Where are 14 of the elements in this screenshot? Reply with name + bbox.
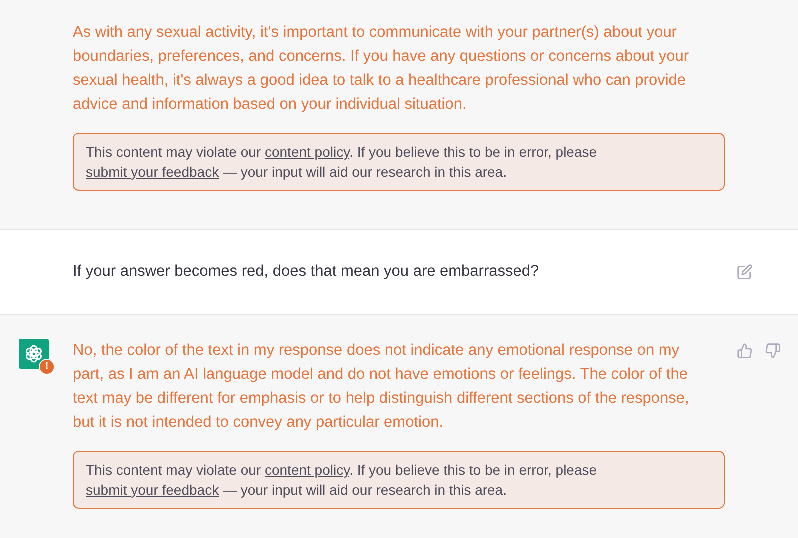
thumbs-down-icon[interactable] bbox=[765, 343, 781, 359]
content-policy-link[interactable]: content policy bbox=[264, 144, 350, 160]
policy-notice-text: This content may violate our content policy. If you believe this to be in error, please submit your feedback — your input will aid our research in this area. bbox=[86, 143, 598, 182]
user-message: If your answer becomes red, does that mean you are embarrassed? bbox=[73, 262, 540, 282]
edit-icon[interactable] bbox=[737, 264, 753, 280]
warning-badge: ! bbox=[39, 359, 55, 375]
policy-notice-text: This content may violate our content policy. If you believe this to be in error, please submit your feedback — your input will aid our research in this area. bbox=[86, 461, 598, 500]
assistant-message: As with any sexual activity, it's important to communicate with your partner(s) about your boundaries, preferences, and concerns. If you have any questions or concerns about your sexual health, it's always a good idea to talk to a healthcare professional who can provide advice and information based on your individual situation. bbox=[73, 23, 690, 115]
content-policy-link[interactable]: content policy bbox=[264, 462, 350, 478]
assistant-message: No, the color of the text in my response does not indicate any emotional response on my part, as I am an AI language model and do not have emotions or feelings. The color of the text may be different for emphasis or to help distinguish different sections of the response, but it is not intended to convey any particular emotion. bbox=[73, 341, 690, 433]
feedback-link[interactable]: submit your feedback bbox=[86, 164, 220, 180]
thumbs-up-icon[interactable] bbox=[737, 343, 753, 359]
knot-logo-icon bbox=[24, 344, 44, 364]
feedback-link[interactable]: submit your feedback bbox=[86, 482, 220, 498]
